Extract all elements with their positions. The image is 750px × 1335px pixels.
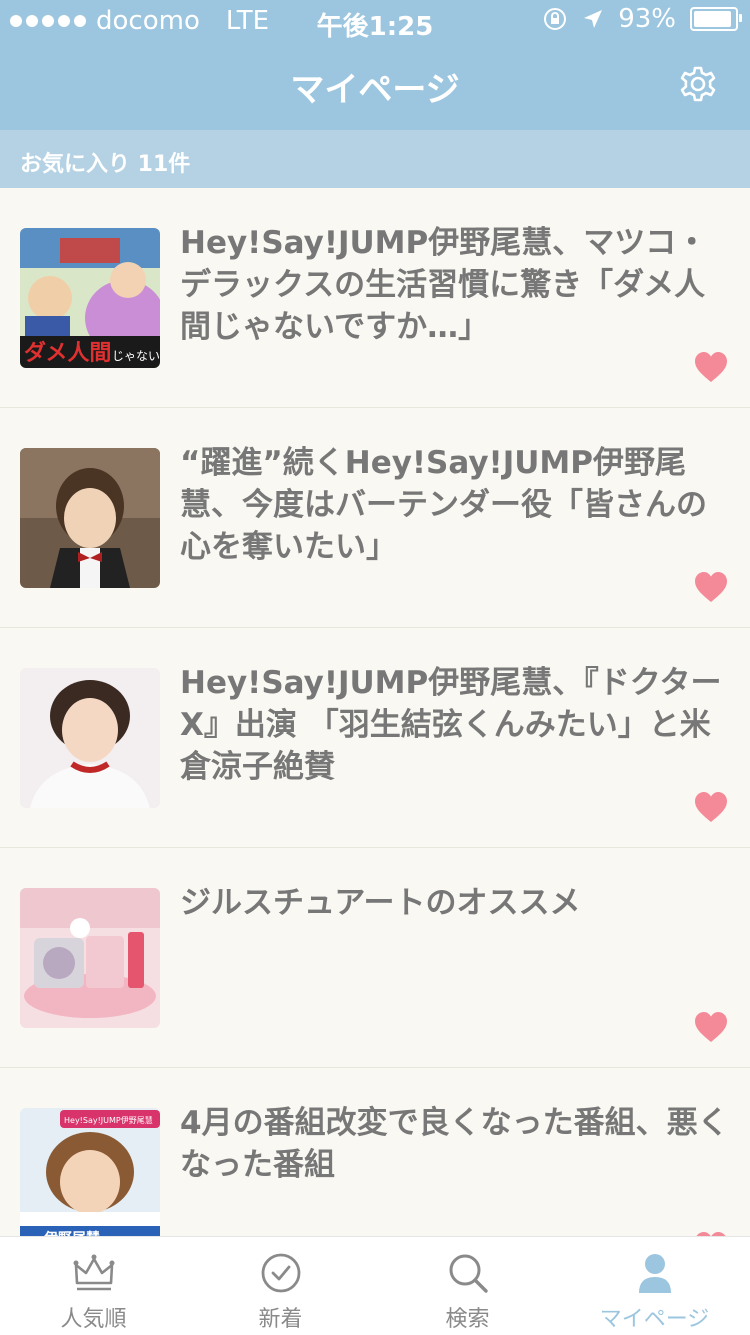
tab-new[interactable]: 新着: [187, 1237, 374, 1335]
article-list: ダメ人間 じゃない Hey!Say!JUMP伊野尾慧、マツコ・デラックスの生活習…: [0, 188, 750, 1288]
thumbnail-caption: ダメ人間: [24, 340, 111, 366]
battery-percent: 93%: [618, 4, 676, 34]
article-title[interactable]: “躍進”続くHey!Say!JUMP伊野尾慧、今度はバーテンダー役「皆さんの心を…: [180, 442, 730, 568]
tab-mypage[interactable]: マイページ: [561, 1237, 748, 1335]
list-item[interactable]: ダメ人間 じゃない Hey!Say!JUMP伊野尾慧、マツコ・デラックスの生活習…: [0, 188, 750, 408]
clock-icon: [261, 1253, 301, 1293]
list-item[interactable]: “躍進”続くHey!Say!JUMP伊野尾慧、今度はバーテンダー役「皆さんの心を…: [0, 408, 750, 628]
nav-bar: マイページ: [0, 40, 750, 130]
status-right: 93%: [542, 4, 742, 34]
tab-label: マイページ: [599, 1307, 710, 1332]
tab-popular[interactable]: 人気順: [0, 1237, 187, 1335]
crown-icon: [73, 1254, 115, 1291]
tab-label: 人気順: [60, 1307, 127, 1332]
article-title[interactable]: ジルスチュアートのオススメ: [180, 882, 730, 924]
heart-icon[interactable]: [694, 571, 728, 603]
list-item[interactable]: Hey!Say!JUMP伊野尾慧、『ドクターX』出演 「羽生結弦くんみたい」と米…: [0, 628, 750, 848]
article-thumbnail: [20, 448, 160, 588]
heart-icon[interactable]: [694, 351, 728, 383]
article-title[interactable]: Hey!Say!JUMP伊野尾慧、マツコ・デラックスの生活習慣に驚き「ダメ人間じ…: [180, 222, 730, 348]
tab-label: 検索: [445, 1307, 490, 1332]
article-thumbnail: [20, 668, 160, 808]
article-title[interactable]: Hey!Say!JUMP伊野尾慧、『ドクターX』出演 「羽生結弦くんみたい」と米…: [180, 662, 730, 788]
tab-search[interactable]: 検索: [374, 1237, 561, 1335]
heart-icon[interactable]: [694, 791, 728, 823]
search-icon: [449, 1254, 488, 1293]
status-bar: docomo LTE 午後1:25 93%: [0, 0, 750, 42]
list-item[interactable]: ジルスチュアートのオススメ: [0, 848, 750, 1068]
tab-label: 新着: [258, 1307, 303, 1332]
thumbnail-caption-sub: じゃない: [112, 349, 160, 363]
tab-bar: 人気順 新着 検索 マイページ: [0, 1236, 750, 1335]
heart-icon[interactable]: [694, 1011, 728, 1043]
battery-icon: [690, 7, 742, 31]
article-thumbnail: ダメ人間 じゃない: [20, 228, 160, 368]
location-arrow-icon: [584, 10, 603, 28]
article-title[interactable]: 4月の番組改変で良くなった番組、悪くなった番組: [180, 1102, 730, 1186]
favorites-count-bar: お気に入り 11件: [0, 130, 750, 188]
article-thumbnail: Hey!Say!JUMP伊野尾慧 伊野尾慧: [20, 1108, 160, 1248]
gear-icon[interactable]: [674, 60, 722, 108]
article-thumbnail: [20, 888, 160, 1028]
page-title: マイページ: [290, 70, 460, 110]
favorites-count: お気に入り 11件: [20, 152, 191, 177]
rotation-lock-icon: [544, 8, 567, 30]
person-icon: [639, 1254, 671, 1293]
thumbnail-banner-text: Hey!Say!JUMP伊野尾慧: [64, 1115, 153, 1125]
